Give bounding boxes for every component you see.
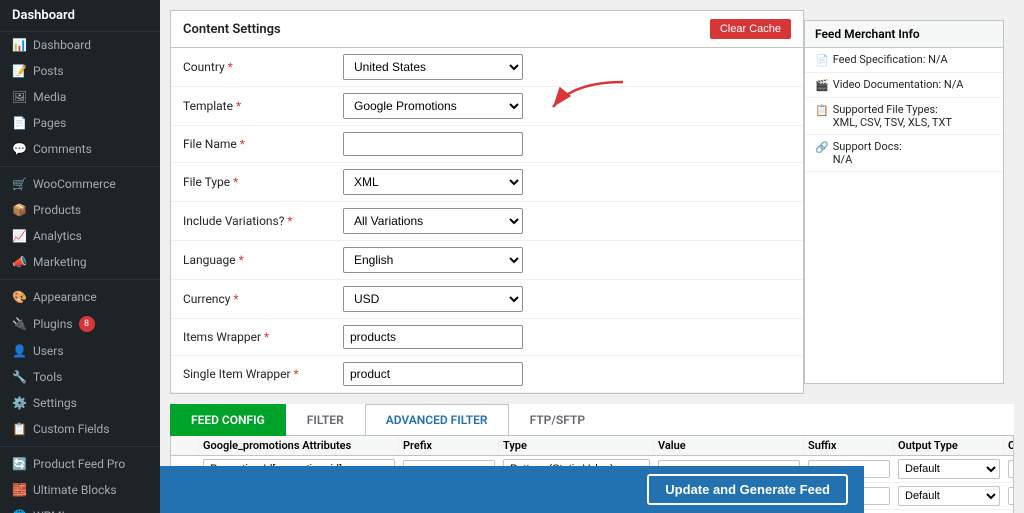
single-item-row: Single Item Wrapper *: [171, 356, 803, 393]
sidebar-item-appearance[interactable]: 🎨Appearance: [0, 284, 160, 310]
country-label: Country *: [183, 60, 343, 74]
plugins-badge: 8: [79, 316, 95, 332]
main-content: Content Settings Clear Cache Country * U…: [160, 0, 1024, 513]
th-suffix: Suffix: [804, 436, 894, 455]
items-wrapper-input[interactable]: [343, 325, 523, 349]
tab-advanced-filter[interactable]: ADVANCED FILTER: [365, 404, 509, 436]
merchant-panel: Feed Merchant Info 📄 Feed Specification:…: [804, 20, 1004, 384]
sidebar-item-settings[interactable]: ⚙️Settings: [0, 390, 160, 416]
filetype-label: File Type *: [183, 175, 343, 189]
table-header: Google_promotions Attributes Prefix Type…: [171, 436, 1014, 456]
currency-row: Currency * USD: [171, 280, 803, 319]
sidebar-logo[interactable]: Dashboard: [0, 0, 160, 32]
feed-spec-label: Feed Specification: N/A: [833, 53, 948, 66]
template-label: Template *: [183, 99, 343, 113]
sidebar-divider-2: [0, 279, 160, 280]
command-cell-1: [1004, 484, 1014, 508]
sidebar-item-wpml[interactable]: 🌐WPML: [0, 503, 160, 513]
currency-label: Currency *: [183, 292, 343, 306]
variations-label: Include Variations? *: [183, 214, 343, 228]
template-row: Template * Google Promotions: [171, 87, 803, 126]
th-prefix: Prefix: [399, 436, 499, 455]
language-select[interactable]: English: [343, 247, 523, 273]
video-doc-item: 🎬 Video Documentation: N/A: [805, 73, 1003, 98]
sidebar-item-media[interactable]: 🖼Media: [0, 84, 160, 110]
filename-label: File Name *: [183, 137, 343, 151]
content-settings-header: Content Settings Clear Cache: [171, 11, 803, 48]
single-item-label: Single Item Wrapper *: [183, 367, 343, 381]
sidebar-item-analytics[interactable]: 📈Analytics: [0, 223, 160, 249]
filetype-select[interactable]: XML: [343, 169, 523, 195]
tab-filter[interactable]: FILTER: [286, 404, 365, 436]
th-value: Value: [654, 436, 804, 455]
th-type: Type: [499, 436, 654, 455]
currency-select[interactable]: USD: [343, 286, 523, 312]
sidebar-item-comments[interactable]: 💬Comments: [0, 136, 160, 162]
output-select-1[interactable]: Default: [898, 486, 1000, 506]
output-cell-1: Default: [894, 483, 1004, 509]
sidebar: Dashboard 📊Dashboard 📝Posts 🖼Media 📄Page…: [0, 0, 160, 513]
tab-feed-config[interactable]: FEED CONFIG: [170, 404, 286, 436]
template-select[interactable]: Google Promotions: [343, 93, 523, 119]
country-row: Country * United States: [171, 48, 803, 87]
content-settings-title: Content Settings: [183, 22, 281, 37]
tab-ftp-sftp[interactable]: FTP/SFTP: [509, 404, 606, 436]
support-docs-item: 🔗 Support Docs:N/A: [805, 135, 1003, 172]
items-wrapper-label: Items Wrapper *: [183, 330, 343, 344]
language-label: Language *: [183, 253, 343, 267]
file-types-icon: 📋: [815, 104, 829, 117]
file-types-item: 📋 Supported File Types:XML, CSV, TSV, XL…: [805, 98, 1003, 135]
doc-icon: 📄: [815, 54, 829, 67]
sidebar-item-tools[interactable]: 🔧Tools: [0, 364, 160, 390]
command-input-0[interactable]: [1008, 460, 1014, 478]
language-row: Language * English: [171, 241, 803, 280]
filename-row: File Name *: [171, 126, 803, 163]
clear-cache-button[interactable]: Clear Cache: [710, 19, 791, 39]
annotation-arrow: [543, 77, 643, 127]
sidebar-divider-1: [0, 166, 160, 167]
bottom-bar: Update and Generate Feed: [160, 466, 864, 513]
th-attributes: Google_promotions Attributes: [199, 436, 399, 455]
sidebar-item-products[interactable]: 📦Products: [0, 197, 160, 223]
generate-feed-button[interactable]: Update and Generate Feed: [647, 474, 848, 505]
items-wrapper-row: Items Wrapper *: [171, 319, 803, 356]
sidebar-item-woocommerce[interactable]: 🛒WooCommerce: [0, 171, 160, 197]
output-select-0[interactable]: Default: [898, 459, 1000, 479]
sidebar-item-marketing[interactable]: 📣Marketing: [0, 249, 160, 275]
th-command: Command: [1004, 436, 1014, 455]
video-icon: 🎬: [815, 79, 829, 92]
sidebar-item-pages[interactable]: 📄Pages: [0, 110, 160, 136]
variations-select[interactable]: All Variations: [343, 208, 523, 234]
th-output-type: Output Type: [894, 436, 1004, 455]
support-icon: 🔗: [815, 141, 829, 154]
sidebar-item-posts[interactable]: 📝Posts: [0, 58, 160, 84]
video-doc-label: Video Documentation: N/A: [833, 78, 964, 91]
sidebar-divider-3: [0, 446, 160, 447]
th-drag: [171, 436, 199, 455]
sidebar-item-plugins[interactable]: 🔌Plugins8: [0, 310, 160, 338]
variations-row: Include Variations? * All Variations: [171, 202, 803, 241]
output-cell-0: Default: [894, 456, 1004, 482]
merchant-panel-title: Feed Merchant Info: [805, 21, 1003, 48]
sidebar-item-ultimate-blocks[interactable]: 🧱Ultimate Blocks: [0, 477, 160, 503]
filename-input[interactable]: [343, 132, 523, 156]
command-input-1[interactable]: [1008, 487, 1014, 505]
sidebar-item-custom-fields[interactable]: 📋Custom Fields: [0, 416, 160, 442]
single-item-input[interactable]: [343, 362, 523, 386]
country-select[interactable]: United States: [343, 54, 523, 80]
support-docs-label: Support Docs:N/A: [833, 140, 902, 166]
sidebar-item-dashboard[interactable]: 📊Dashboard: [0, 32, 160, 58]
feed-spec-item: 📄 Feed Specification: N/A: [805, 48, 1003, 73]
sidebar-item-product-feed-pro[interactable]: 🔄Product Feed Pro: [0, 451, 160, 477]
file-types-label: Supported File Types:XML, CSV, TSV, XLS,…: [833, 103, 952, 129]
filetype-row: File Type * XML: [171, 163, 803, 202]
command-cell-0: [1004, 457, 1014, 481]
tabs-bar: FEED CONFIG FILTER ADVANCED FILTER FTP/S…: [170, 404, 1014, 436]
sidebar-item-users[interactable]: 👤Users: [0, 338, 160, 364]
